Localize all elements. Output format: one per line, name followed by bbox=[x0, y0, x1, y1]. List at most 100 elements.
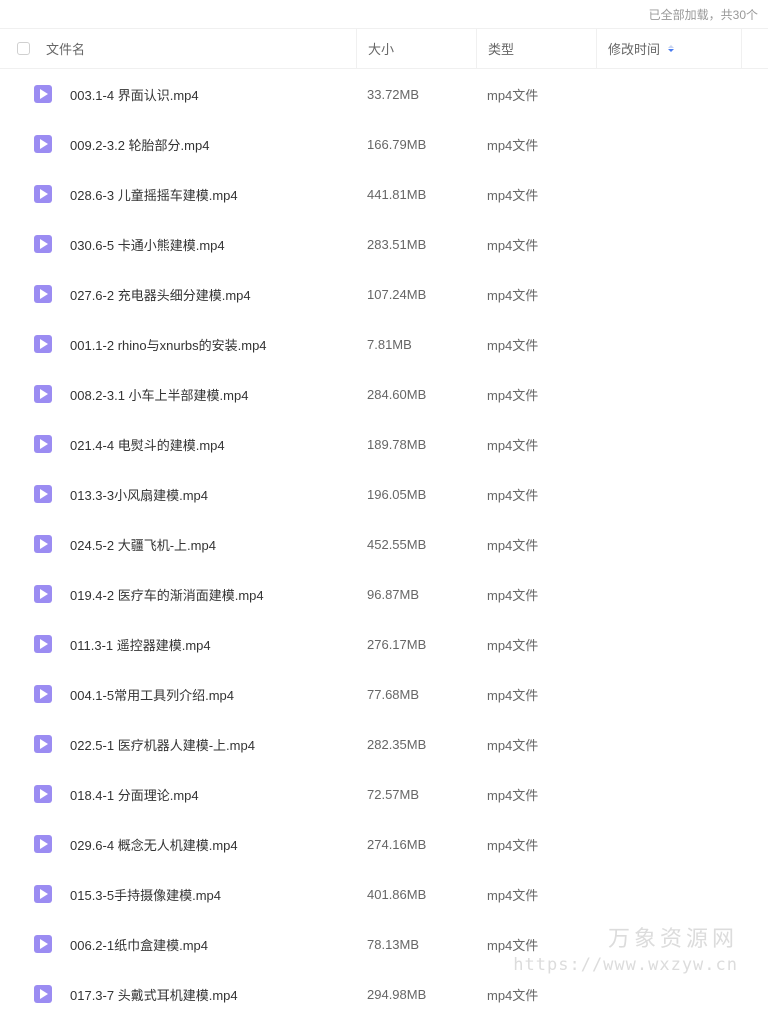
table-row[interactable]: 024.5-2 大疆飞机-上.mp4 452.55MB mp4文件 bbox=[0, 519, 768, 569]
select-all-checkbox[interactable] bbox=[16, 42, 30, 55]
video-file-icon bbox=[34, 885, 52, 903]
play-icon bbox=[40, 239, 48, 249]
table-row[interactable]: 011.3-1 遥控器建模.mp4 276.17MB mp4文件 bbox=[0, 619, 768, 669]
video-file-icon bbox=[34, 385, 52, 403]
file-icon-cell bbox=[34, 835, 70, 853]
table-row[interactable]: 013.3-3小风扇建模.mp4 196.05MB mp4文件 bbox=[0, 469, 768, 519]
file-name[interactable]: 009.2-3.2 轮胎部分.mp4 bbox=[70, 135, 356, 154]
file-size: 282.35MB bbox=[367, 736, 427, 752]
table-row[interactable]: 004.1-5常用工具列介绍.mp4 77.68MB mp4文件 bbox=[0, 669, 768, 719]
file-type: mp4文件 bbox=[487, 287, 539, 303]
play-icon bbox=[40, 639, 48, 649]
play-icon bbox=[40, 939, 48, 949]
file-icon-cell bbox=[34, 135, 70, 153]
file-name[interactable]: 013.3-3小风扇建模.mp4 bbox=[70, 485, 356, 504]
play-icon bbox=[40, 539, 48, 549]
file-size: 166.79MB bbox=[367, 136, 427, 152]
file-icon-cell bbox=[34, 985, 70, 1003]
header-extra bbox=[741, 29, 768, 68]
file-type: mp4文件 bbox=[487, 587, 539, 603]
file-name[interactable]: 027.6-2 充电器头细分建模.mp4 bbox=[70, 285, 356, 304]
file-type: mp4文件 bbox=[487, 537, 539, 553]
file-type: mp4文件 bbox=[487, 787, 539, 803]
table-row[interactable]: 001.1-2 rhino与xnurbs的安装.mp4 7.81MB mp4文件 bbox=[0, 319, 768, 369]
file-name[interactable]: 028.6-3 儿童摇摇车建模.mp4 bbox=[70, 185, 356, 204]
file-icon-cell bbox=[34, 435, 70, 453]
table-row[interactable]: 018.4-1 分面理论.mp4 72.57MB mp4文件 bbox=[0, 769, 768, 819]
table-row[interactable]: 017.3-7 头戴式耳机建模.mp4 294.98MB mp4文件 bbox=[0, 969, 768, 1019]
video-file-icon bbox=[34, 185, 52, 203]
file-name[interactable]: 001.1-2 rhino与xnurbs的安装.mp4 bbox=[70, 335, 356, 354]
file-type: mp4文件 bbox=[487, 987, 539, 1003]
table-row[interactable]: 021.4-4 电熨斗的建模.mp4 189.78MB mp4文件 bbox=[0, 419, 768, 469]
video-file-icon bbox=[34, 785, 52, 803]
table-row[interactable]: 030.6-5 卡通小熊建模.mp4 283.51MB mp4文件 bbox=[0, 219, 768, 269]
file-name[interactable]: 022.5-1 医疗机器人建模-上.mp4 bbox=[70, 735, 356, 754]
file-name[interactable]: 004.1-5常用工具列介绍.mp4 bbox=[70, 685, 356, 704]
header-type-label: 类型 bbox=[488, 42, 515, 57]
play-icon bbox=[40, 89, 48, 99]
header-mtime-label: 修改时间 bbox=[608, 42, 661, 57]
file-icon-cell bbox=[34, 535, 70, 553]
play-icon bbox=[40, 989, 48, 999]
file-size: 96.87MB bbox=[367, 586, 420, 602]
file-icon-cell bbox=[34, 335, 70, 353]
file-size: 78.13MB bbox=[367, 936, 420, 952]
file-name[interactable]: 024.5-2 大疆飞机-上.mp4 bbox=[70, 535, 356, 554]
file-name[interactable]: 018.4-1 分面理论.mp4 bbox=[70, 785, 356, 804]
file-size: 401.86MB bbox=[367, 886, 427, 902]
file-name[interactable]: 030.6-5 卡通小熊建模.mp4 bbox=[70, 235, 356, 254]
table-row[interactable]: 003.1-4 界面认识.mp4 33.72MB mp4文件 bbox=[0, 69, 768, 119]
table-row[interactable]: 027.6-2 充电器头细分建模.mp4 107.24MB mp4文件 bbox=[0, 269, 768, 319]
file-icon-cell bbox=[34, 635, 70, 653]
table-row[interactable]: 015.3-5手持摄像建模.mp4 401.86MB mp4文件 bbox=[0, 869, 768, 919]
video-file-icon bbox=[34, 335, 52, 353]
table-row[interactable]: 008.2-3.1 小车上半部建模.mp4 284.60MB mp4文件 bbox=[0, 369, 768, 419]
file-icon-cell bbox=[34, 385, 70, 403]
file-name[interactable]: 019.4-2 医疗车的渐消面建模.mp4 bbox=[70, 585, 356, 604]
sort-icon[interactable] bbox=[668, 45, 675, 52]
file-type: mp4文件 bbox=[487, 437, 539, 453]
file-name[interactable]: 015.3-5手持摄像建模.mp4 bbox=[70, 885, 356, 904]
play-icon bbox=[40, 189, 48, 199]
video-file-icon bbox=[34, 835, 52, 853]
header-type[interactable]: 类型 bbox=[476, 29, 596, 68]
status-bar: 已全部加载，共30个 bbox=[0, 0, 768, 28]
file-size: 77.68MB bbox=[367, 686, 420, 702]
table-header: 文件名 大小 类型 修改时间 bbox=[0, 28, 768, 69]
header-size[interactable]: 大小 bbox=[356, 29, 476, 68]
table-row[interactable]: 006.2-1纸巾盒建模.mp4 78.13MB mp4文件 bbox=[0, 919, 768, 969]
select-all-cell[interactable] bbox=[0, 42, 46, 55]
table-row[interactable]: 029.6-4 概念无人机建模.mp4 274.16MB mp4文件 bbox=[0, 819, 768, 869]
file-name[interactable]: 011.3-1 遥控器建模.mp4 bbox=[70, 635, 356, 654]
play-icon bbox=[40, 389, 48, 399]
video-file-icon bbox=[34, 435, 52, 453]
file-name[interactable]: 008.2-3.1 小车上半部建模.mp4 bbox=[70, 385, 356, 404]
loaded-count-text: 已全部加载，共30个 bbox=[648, 7, 758, 22]
file-name[interactable]: 021.4-4 电熨斗的建模.mp4 bbox=[70, 435, 356, 454]
header-name[interactable]: 文件名 bbox=[46, 29, 356, 68]
table-row[interactable]: 022.5-1 医疗机器人建模-上.mp4 282.35MB mp4文件 bbox=[0, 719, 768, 769]
file-icon-cell bbox=[34, 185, 70, 203]
header-mtime[interactable]: 修改时间 bbox=[596, 29, 741, 68]
file-size: 276.17MB bbox=[367, 636, 427, 652]
file-name[interactable]: 006.2-1纸巾盒建模.mp4 bbox=[70, 935, 356, 954]
file-type: mp4文件 bbox=[487, 387, 539, 403]
file-type: mp4文件 bbox=[487, 687, 539, 703]
play-icon bbox=[40, 839, 48, 849]
table-row[interactable]: 019.4-2 医疗车的渐消面建模.mp4 96.87MB mp4文件 bbox=[0, 569, 768, 619]
table-row[interactable]: 028.6-3 儿童摇摇车建模.mp4 441.81MB mp4文件 bbox=[0, 169, 768, 219]
file-size: 441.81MB bbox=[367, 186, 427, 202]
file-name[interactable]: 003.1-4 界面认识.mp4 bbox=[70, 85, 356, 104]
file-icon-cell bbox=[34, 235, 70, 253]
table-row[interactable]: 009.2-3.2 轮胎部分.mp4 166.79MB mp4文件 bbox=[0, 119, 768, 169]
file-type: mp4文件 bbox=[487, 337, 539, 353]
file-type: mp4文件 bbox=[487, 637, 539, 653]
video-file-icon bbox=[34, 235, 52, 253]
video-file-icon bbox=[34, 985, 52, 1003]
header-name-label: 文件名 bbox=[46, 42, 86, 57]
file-name[interactable]: 017.3-7 头戴式耳机建模.mp4 bbox=[70, 985, 356, 1004]
file-name[interactable]: 029.6-4 概念无人机建模.mp4 bbox=[70, 835, 356, 854]
play-icon bbox=[40, 289, 48, 299]
file-type: mp4文件 bbox=[487, 937, 539, 953]
